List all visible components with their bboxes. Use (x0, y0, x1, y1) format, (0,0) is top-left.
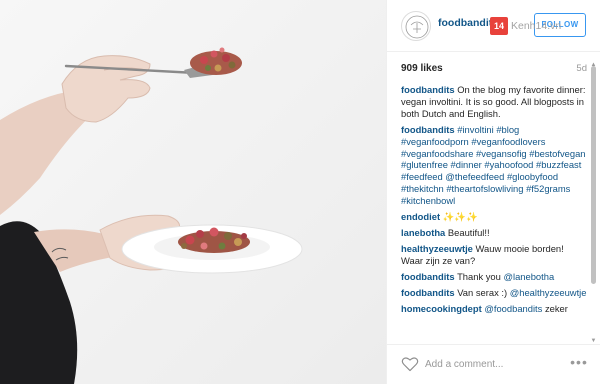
comment-text: zeker (544, 302, 568, 314)
watermark-badge: 14 (490, 17, 508, 35)
comment-mention[interactable]: @lanebotha (503, 271, 554, 282)
comment-username[interactable]: foodbandits (401, 84, 455, 95)
comment-text: Van serax :) (457, 286, 508, 298)
comment-username[interactable]: foodbandits (401, 271, 455, 282)
comment-item: foodbandits Van serax :) @healthyzeeuwtj… (401, 287, 588, 299)
comment-mention[interactable]: @foodbandits (484, 303, 542, 314)
post-side-panel: foodbandits FOLLOW 14 Kenh14.vn 909 like… (386, 0, 600, 384)
comment-item: foodbandits #involtini #blog #veganfoodp… (401, 124, 588, 207)
comment-username[interactable]: homecookingdept (401, 303, 482, 314)
comment-username[interactable]: lanebotha (401, 227, 445, 238)
post-header: foodbandits FOLLOW 14 Kenh14.vn (387, 0, 600, 52)
comment-item: foodbandits Thank you @lanebotha (401, 271, 588, 283)
post-footer: ••• (387, 344, 600, 384)
comment-item: homecookingdept @foodbandits zeker (401, 303, 588, 315)
comments-scrollbar[interactable]: ▲ ▼ (590, 62, 597, 344)
likes-count[interactable]: 909 likes (401, 63, 443, 74)
comment-username[interactable]: healthyzeeuwtje (401, 243, 473, 254)
add-comment-input[interactable] (425, 356, 565, 372)
comment-text: Beautiful!! (447, 226, 490, 238)
comment-username[interactable]: foodbandits (401, 287, 455, 298)
post-photo[interactable] (0, 0, 386, 384)
likes-row: 909 likes 5d (401, 63, 587, 77)
comment-item: lanebotha Beautiful!! (401, 227, 588, 239)
avatar[interactable] (401, 11, 431, 41)
scroll-thumb[interactable] (591, 66, 596, 284)
comment-mention[interactable]: @healthyzeeuwtje (510, 287, 587, 298)
foodbandits-logo-icon (405, 15, 429, 39)
more-options-icon[interactable]: ••• (569, 355, 589, 371)
watermark-text: Kenh14.vn (511, 20, 562, 32)
heart-icon[interactable] (401, 356, 419, 372)
comment-item: healthyzeeuwtje Wauw mooie borden! Waar … (401, 243, 588, 267)
comment-text: ✨✨✨ (442, 211, 478, 223)
comments-list: foodbandits On the blog my favorite dinn… (401, 84, 588, 342)
comment-username[interactable]: foodbandits (401, 124, 455, 135)
food-photo-illustration (0, 0, 386, 384)
comment-username[interactable]: endodiet (401, 211, 440, 222)
hashtag-list[interactable]: #involtini #blog #veganfoodporn #veganfo… (401, 124, 586, 206)
comment-text: Thank you (457, 270, 501, 282)
comment-item: endodiet ✨✨✨ (401, 211, 588, 223)
comment-item: foodbandits On the blog my favorite dinn… (401, 84, 588, 120)
post-age[interactable]: 5d (576, 63, 587, 74)
